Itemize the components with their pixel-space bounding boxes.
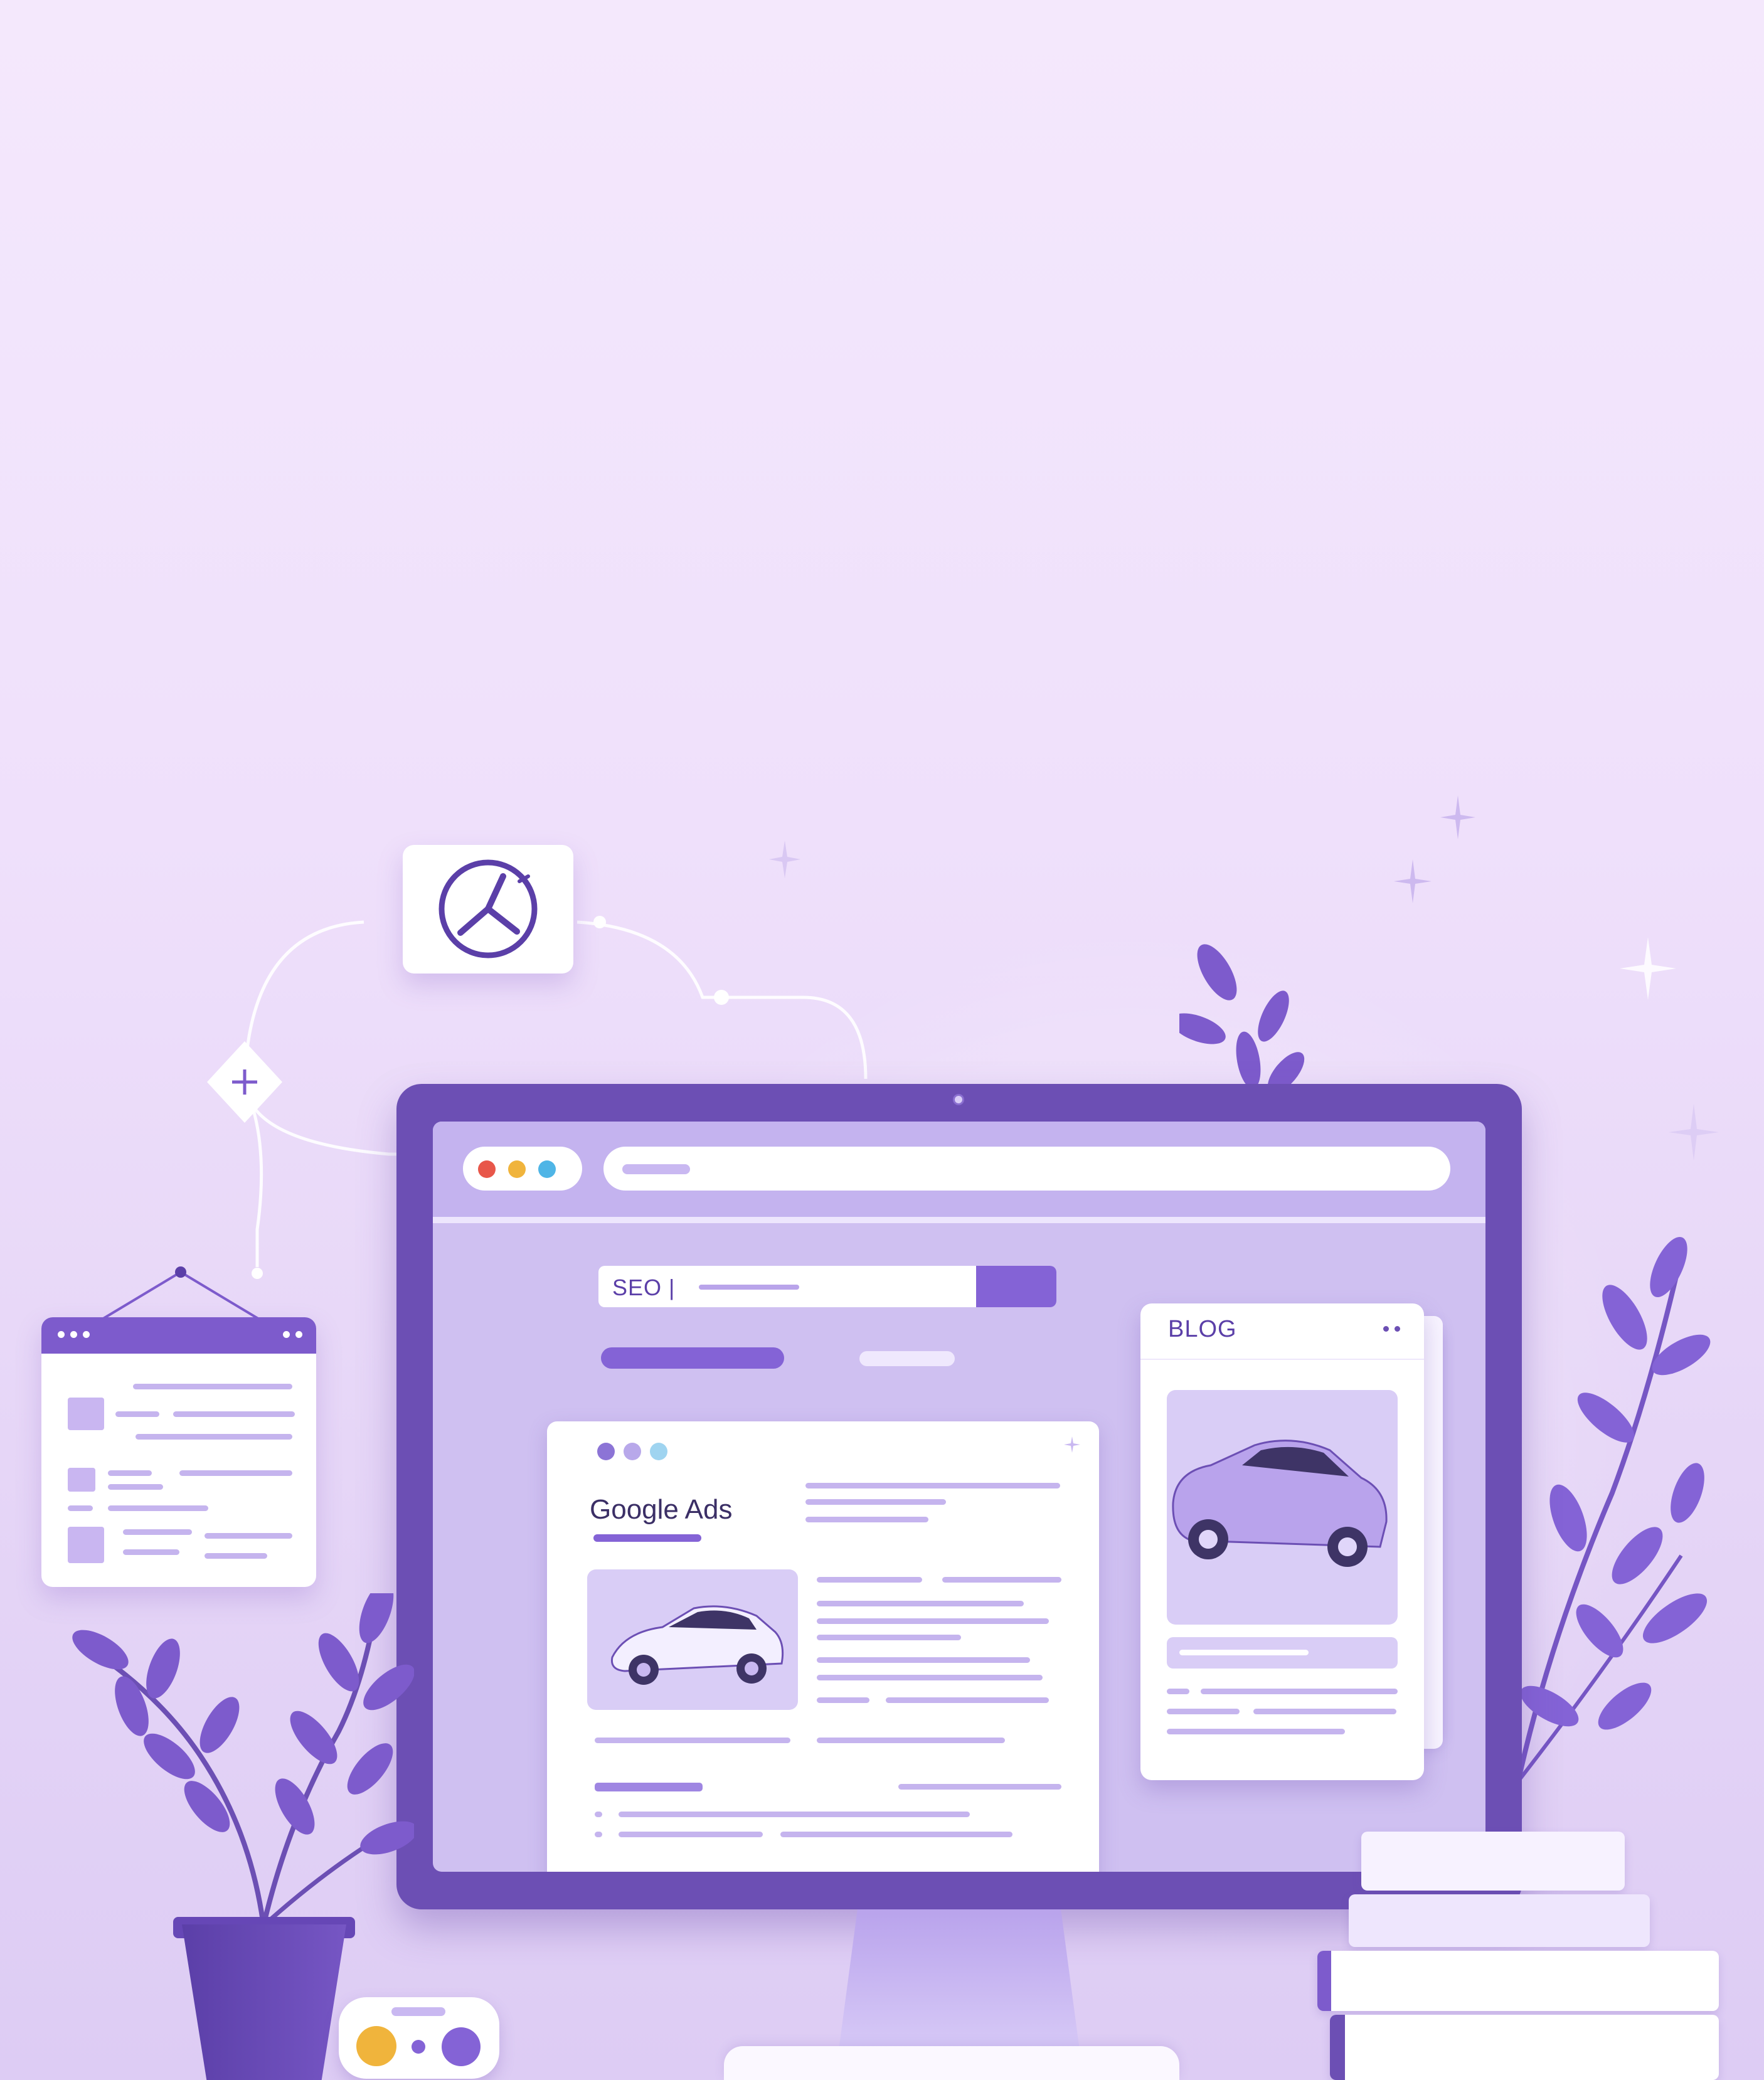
mini-browser-card	[41, 1317, 316, 1587]
monitor-stand-base	[724, 2046, 1179, 2080]
book	[1317, 1951, 1719, 2011]
blog-car-thumbnail[interactable]	[1167, 1390, 1398, 1625]
close-dot[interactable]	[478, 1160, 496, 1178]
ads-card-dots	[597, 1443, 667, 1460]
webcam-icon	[953, 1094, 964, 1105]
leaf-branch-icon	[72, 1593, 414, 1928]
sparkle-icon	[769, 841, 800, 878]
sparkle-icon	[1440, 795, 1475, 839]
search-button[interactable]	[976, 1266, 1056, 1307]
search-text: SEO |	[612, 1275, 676, 1300]
ads-car-thumbnail[interactable]	[587, 1569, 798, 1710]
monitor-stand-neck	[838, 1909, 1080, 2055]
ads-card-title: Google Ads	[590, 1494, 733, 1525]
blog-card-title: BLOG	[1168, 1316, 1237, 1342]
blog-card: BLOG	[1140, 1303, 1424, 1780]
sparkle-icon	[1669, 1104, 1719, 1160]
leaf-branch-icon	[1503, 1236, 1711, 1845]
book	[1349, 1894, 1650, 1947]
car-icon	[610, 1605, 784, 1685]
sparkle-icon	[1064, 1436, 1080, 1453]
car-icon	[1172, 1440, 1388, 1567]
browser-toolbar	[433, 1122, 1485, 1223]
secondary-pill[interactable]	[859, 1351, 955, 1366]
window-controls	[463, 1147, 582, 1191]
book	[1361, 1832, 1625, 1891]
mini-card-titlebar	[41, 1317, 316, 1354]
plant-pot	[182, 1924, 346, 2080]
google-ads-card: Google Ads	[547, 1421, 1099, 1872]
monitor: SEO | Google Ads BLOG	[396, 1084, 1522, 1909]
maximize-dot[interactable]	[538, 1160, 556, 1178]
game-controller	[339, 1997, 499, 2079]
plus-node-icon	[207, 1041, 282, 1123]
ads-title-underline	[593, 1534, 701, 1542]
hanging-string	[98, 1266, 263, 1322]
search-box[interactable]: SEO |	[598, 1266, 1056, 1307]
sparkle-icon	[1620, 937, 1676, 1000]
address-bar[interactable]	[603, 1147, 1450, 1191]
minimize-dot[interactable]	[508, 1160, 526, 1178]
primary-pill[interactable]	[601, 1347, 784, 1369]
tri-blade-logo-icon	[438, 859, 538, 958]
sparkle-icon	[1394, 859, 1432, 903]
logo-card	[403, 845, 573, 974]
book	[1330, 2015, 1719, 2080]
leaf-branch-icon	[1179, 944, 1305, 1091]
monitor-screen: SEO | Google Ads BLOG	[433, 1122, 1485, 1872]
